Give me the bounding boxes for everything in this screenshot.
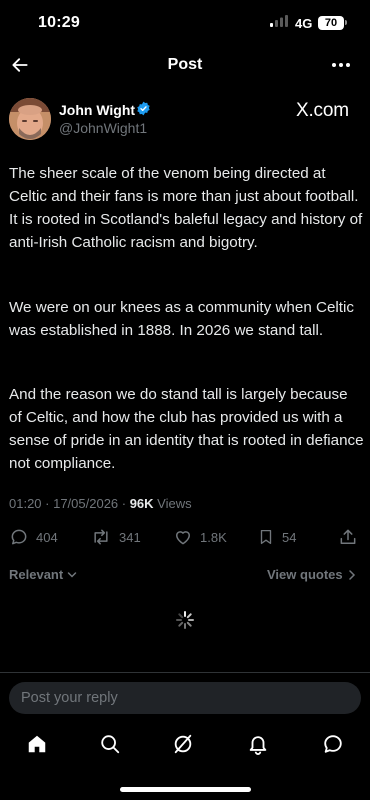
views-count[interactable]: 96K <box>130 496 154 511</box>
author-name[interactable]: John Wight <box>59 102 135 118</box>
reply-count: 404 <box>36 529 58 545</box>
tab-grok[interactable] <box>172 733 194 755</box>
bookmark-button[interactable]: 54 <box>257 526 296 548</box>
status-time: 10:29 <box>38 14 80 31</box>
chevron-right-icon <box>348 569 355 580</box>
share-icon <box>340 529 356 544</box>
tab-search[interactable] <box>99 733 121 755</box>
reply-placeholder: Post your reply <box>21 690 118 706</box>
reply-input[interactable]: Post your reply <box>9 682 361 714</box>
tab-home[interactable] <box>26 733 48 755</box>
like-button[interactable]: 1.8K <box>173 526 227 548</box>
bookmark-icon <box>260 529 272 545</box>
divider <box>0 672 370 673</box>
post-paragraph: We were on our knees as a community when… <box>9 299 354 339</box>
signal-icon <box>270 15 290 27</box>
post-timestamp: 01:20 · 17/05/2026 · <box>9 496 130 511</box>
notifications-icon <box>249 736 267 755</box>
share-button[interactable] <box>338 526 358 548</box>
author-handle[interactable]: @JohnWight1 <box>59 120 147 136</box>
messages-icon <box>324 735 342 753</box>
post-paragraph: And the reason we do stand tall is large… <box>9 386 364 472</box>
like-icon <box>176 531 190 545</box>
view-quotes-label: View quotes <box>267 567 343 582</box>
more-options-button[interactable] <box>331 62 351 68</box>
grok-icon <box>174 734 192 754</box>
repost-icon <box>94 529 108 545</box>
loading-spinner-icon <box>175 610 195 630</box>
view-quotes-link[interactable]: View quotes <box>267 567 356 582</box>
battery-nub <box>345 20 347 25</box>
battery-indicator: 70 <box>318 16 344 30</box>
home-indicator[interactable] <box>120 787 251 792</box>
views-label: Views <box>153 496 192 511</box>
post-paragraph: The sheer scale of the venom being direc… <box>9 165 363 251</box>
page-title: Post <box>167 56 203 73</box>
network-type: 4G <box>295 16 313 31</box>
verified-icon <box>136 101 151 116</box>
avatar[interactable] <box>9 98 51 140</box>
like-count: 1.8K <box>200 529 227 545</box>
more-icon <box>332 63 350 67</box>
sort-label: Relevant <box>9 567 64 582</box>
reply-icon <box>11 529 27 545</box>
chevron-down-icon <box>67 571 77 578</box>
post-meta: 01:20 · 17/05/2026 · 96K Views <box>9 496 192 511</box>
bookmark-count: 54 <box>282 529 297 545</box>
source-label: X.com <box>296 100 349 121</box>
sort-replies-button[interactable]: Relevant <box>9 567 77 582</box>
tab-messages[interactable] <box>322 733 344 755</box>
home-icon <box>28 735 46 753</box>
tab-notifications[interactable] <box>247 733 269 755</box>
search-icon <box>101 735 120 754</box>
repost-count: 341 <box>119 529 141 545</box>
reply-button[interactable]: 404 <box>9 526 58 548</box>
repost-button[interactable]: 341 <box>90 526 141 548</box>
